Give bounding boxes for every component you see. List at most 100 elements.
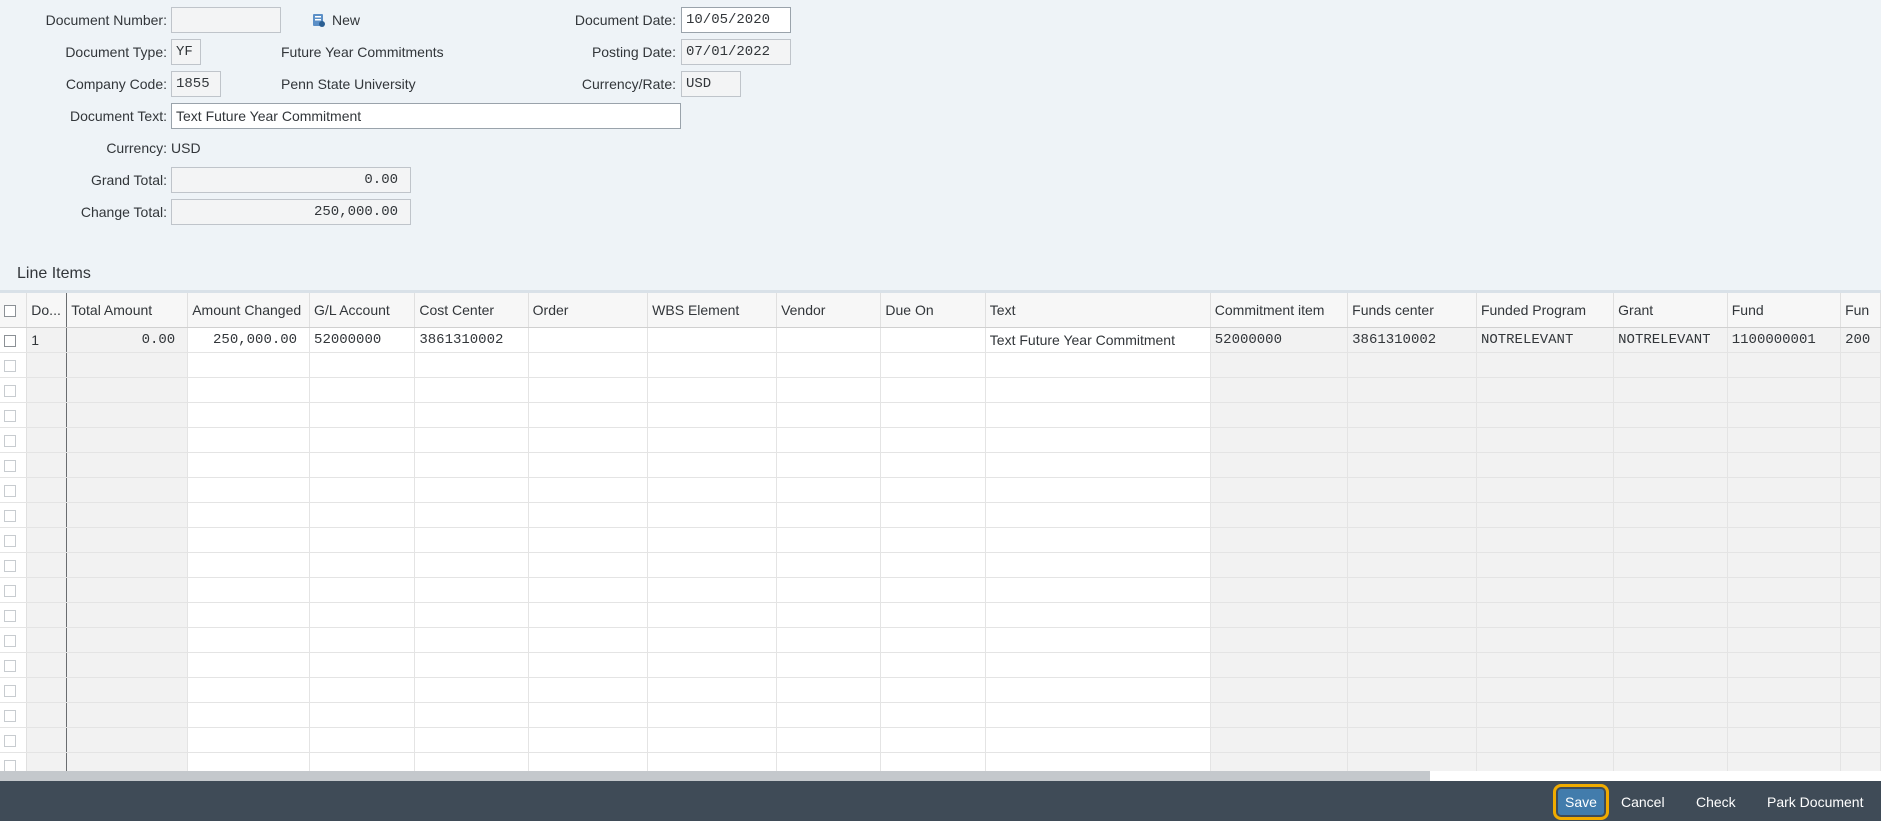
column-header-fund-extra[interactable]: Fun	[1840, 293, 1881, 328]
cell-doc[interactable]	[26, 477, 68, 503]
cell-cost-center[interactable]	[414, 427, 529, 453]
cell-funded-program[interactable]	[1476, 677, 1615, 703]
row-selector[interactable]	[0, 727, 28, 753]
row-selector[interactable]	[0, 577, 28, 603]
cell-cost-center[interactable]	[414, 352, 529, 378]
table-row[interactable]	[0, 602, 1881, 628]
cell-wbs-element[interactable]	[647, 477, 778, 503]
cell-total-amount[interactable]	[66, 727, 189, 753]
cell-amount-changed[interactable]	[187, 627, 311, 653]
cell-doc[interactable]	[26, 352, 68, 378]
cell-amount-changed[interactable]	[187, 377, 311, 403]
cell-wbs-element[interactable]	[647, 702, 778, 728]
cell-gl-account[interactable]	[309, 677, 416, 703]
cell-fund[interactable]	[1727, 702, 1842, 728]
cell-order[interactable]	[528, 402, 649, 428]
row-checkbox[interactable]	[4, 610, 16, 623]
column-header-commitment-item[interactable]: Commitment item	[1210, 293, 1349, 328]
cell-commitment-item[interactable]	[1210, 552, 1349, 578]
cell-doc[interactable]	[26, 402, 68, 428]
cell-funds-center[interactable]	[1347, 677, 1477, 703]
cell-doc[interactable]	[26, 552, 68, 578]
cell-text[interactable]	[985, 727, 1211, 753]
posting-date-field[interactable]: 07/01/2022	[681, 39, 791, 65]
cell-amount-changed[interactable]	[187, 502, 311, 528]
cell-due-on[interactable]	[880, 677, 986, 703]
cell-fund[interactable]	[1727, 527, 1842, 553]
cell-wbs-element[interactable]	[647, 377, 778, 403]
cell-total-amount[interactable]: 0.00	[66, 327, 189, 353]
cell-cost-center[interactable]	[414, 402, 529, 428]
cell-grant[interactable]	[1613, 377, 1728, 403]
cell-amount-changed[interactable]	[187, 427, 311, 453]
cell-fund[interactable]	[1727, 577, 1842, 603]
cell-amount-changed[interactable]	[187, 677, 311, 703]
table-row[interactable]	[0, 352, 1881, 378]
column-header-funds-center[interactable]: Funds center	[1347, 293, 1477, 328]
cell-commitment-item[interactable]	[1210, 452, 1349, 478]
cell-funds-center[interactable]	[1347, 352, 1477, 378]
table-row[interactable]	[0, 477, 1881, 503]
cell-fund-extra[interactable]	[1840, 377, 1881, 403]
cell-fund-extra[interactable]	[1840, 527, 1881, 553]
cell-wbs-element[interactable]	[647, 502, 778, 528]
row-checkbox[interactable]	[4, 585, 16, 598]
cell-commitment-item[interactable]	[1210, 727, 1349, 753]
cell-doc[interactable]: 1	[26, 327, 68, 353]
cell-gl-account[interactable]	[309, 602, 416, 628]
cell-cost-center[interactable]	[414, 727, 529, 753]
cell-funds-center[interactable]	[1347, 652, 1477, 678]
cell-funded-program[interactable]	[1476, 352, 1615, 378]
cell-text[interactable]	[985, 702, 1211, 728]
row-selector[interactable]	[0, 527, 28, 553]
row-checkbox[interactable]	[4, 660, 16, 673]
document-type-field[interactable]: YF	[171, 39, 201, 65]
row-checkbox[interactable]	[4, 535, 16, 548]
cell-amount-changed[interactable]	[187, 477, 311, 503]
table-row[interactable]: 1 0.00 250,000.00 52000000 3861310002 Text Fu…	[0, 327, 1881, 353]
cell-fund[interactable]	[1727, 502, 1842, 528]
row-checkbox[interactable]	[4, 710, 16, 723]
table-row[interactable]	[0, 702, 1881, 728]
table-row[interactable]	[0, 677, 1881, 703]
table-row[interactable]	[0, 552, 1881, 578]
cell-due-on[interactable]	[880, 452, 986, 478]
cell-amount-changed[interactable]	[187, 702, 311, 728]
row-selector[interactable]	[0, 477, 28, 503]
cell-grant[interactable]	[1613, 602, 1728, 628]
cell-fund-extra[interactable]	[1840, 552, 1881, 578]
cell-vendor[interactable]	[776, 677, 882, 703]
cell-doc[interactable]	[26, 377, 68, 403]
cell-gl-account[interactable]: 52000000	[309, 327, 416, 353]
cell-text[interactable]	[985, 427, 1211, 453]
cell-commitment-item[interactable]	[1210, 502, 1349, 528]
cell-doc[interactable]	[26, 577, 68, 603]
cell-due-on[interactable]	[880, 527, 986, 553]
cell-vendor[interactable]	[776, 577, 882, 603]
cell-funded-program[interactable]	[1476, 652, 1615, 678]
cell-due-on[interactable]	[880, 552, 986, 578]
row-selector[interactable]	[0, 352, 28, 378]
cell-total-amount[interactable]	[66, 602, 189, 628]
cell-doc[interactable]	[26, 427, 68, 453]
cell-total-amount[interactable]	[66, 652, 189, 678]
cell-doc[interactable]	[26, 727, 68, 753]
cell-fund-extra[interactable]	[1840, 477, 1881, 503]
cell-cost-center[interactable]	[414, 552, 529, 578]
cell-text[interactable]	[985, 577, 1211, 603]
cell-fund[interactable]	[1727, 402, 1842, 428]
cell-total-amount[interactable]	[66, 702, 189, 728]
cell-doc[interactable]	[26, 527, 68, 553]
cell-amount-changed[interactable]	[187, 527, 311, 553]
cell-fund-extra[interactable]	[1840, 427, 1881, 453]
cell-total-amount[interactable]	[66, 527, 189, 553]
cell-wbs-element[interactable]	[647, 677, 778, 703]
cell-funded-program[interactable]	[1476, 552, 1615, 578]
row-checkbox[interactable]	[4, 635, 16, 648]
cell-doc[interactable]	[26, 452, 68, 478]
cell-funds-center[interactable]	[1347, 627, 1477, 653]
column-header-grant[interactable]: Grant	[1613, 293, 1728, 328]
cell-vendor[interactable]	[776, 402, 882, 428]
cell-wbs-element[interactable]	[647, 402, 778, 428]
cell-vendor[interactable]	[776, 452, 882, 478]
